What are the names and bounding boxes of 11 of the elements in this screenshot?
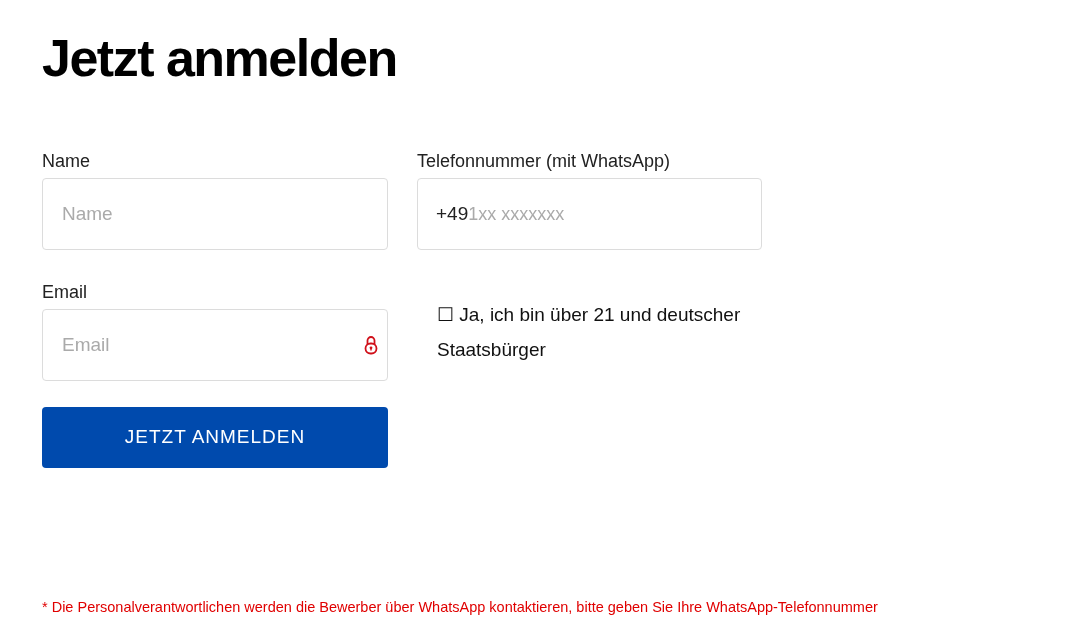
submit-button[interactable]: JETZT ANMELDEN [42,407,388,468]
consent-checkbox-label[interactable]: ☐ Ja, ich bin über 21 und deutscher Staatsbürger [437,297,767,367]
footnote: * Die Personalverantwortlichen werden die Bewerber über WhatsApp kontaktieren, bitte geben Sie Ihre WhatsApp-Telefonnummer [42,598,878,617]
phone-field[interactable]: +491xx xxxxxxx [417,178,762,250]
field-label: Email [42,281,87,304]
name-field[interactable]: Name [42,178,388,250]
field-label: Name [42,150,90,173]
page-title: Jetzt anmelden [42,28,397,89]
field-label: Telefonnummer (mit WhatsApp) [417,150,671,173]
lock-icon [364,335,378,355]
email-field[interactable]: Email [42,309,388,381]
